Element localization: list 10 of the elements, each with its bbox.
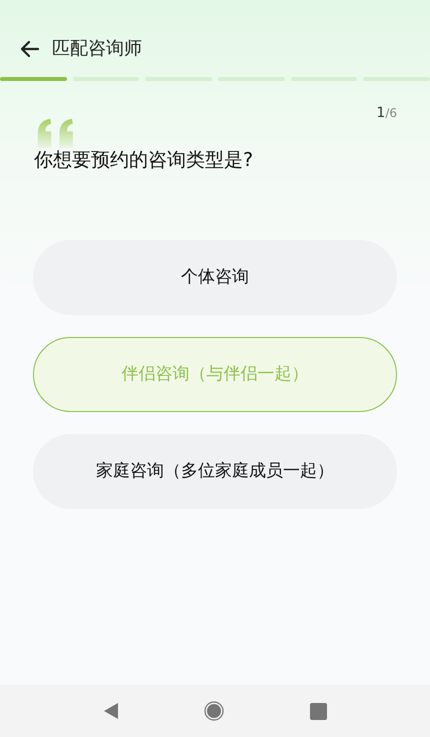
option-button[interactable]: 个体咨询	[33, 240, 397, 315]
question-text: 你想要预约的咨询类型是?	[34, 148, 254, 172]
question-total: /6	[385, 105, 397, 122]
back-nav-icon[interactable]	[102, 702, 119, 720]
page-title: 匹配咨询师	[52, 37, 142, 61]
back-icon[interactable]	[20, 40, 40, 58]
option-button[interactable]: 家庭咨询（多位家庭成员一起）	[33, 434, 397, 509]
home-nav-icon[interactable]	[204, 701, 224, 721]
recents-nav-icon[interactable]	[310, 702, 328, 720]
question-number: 1	[376, 104, 386, 123]
